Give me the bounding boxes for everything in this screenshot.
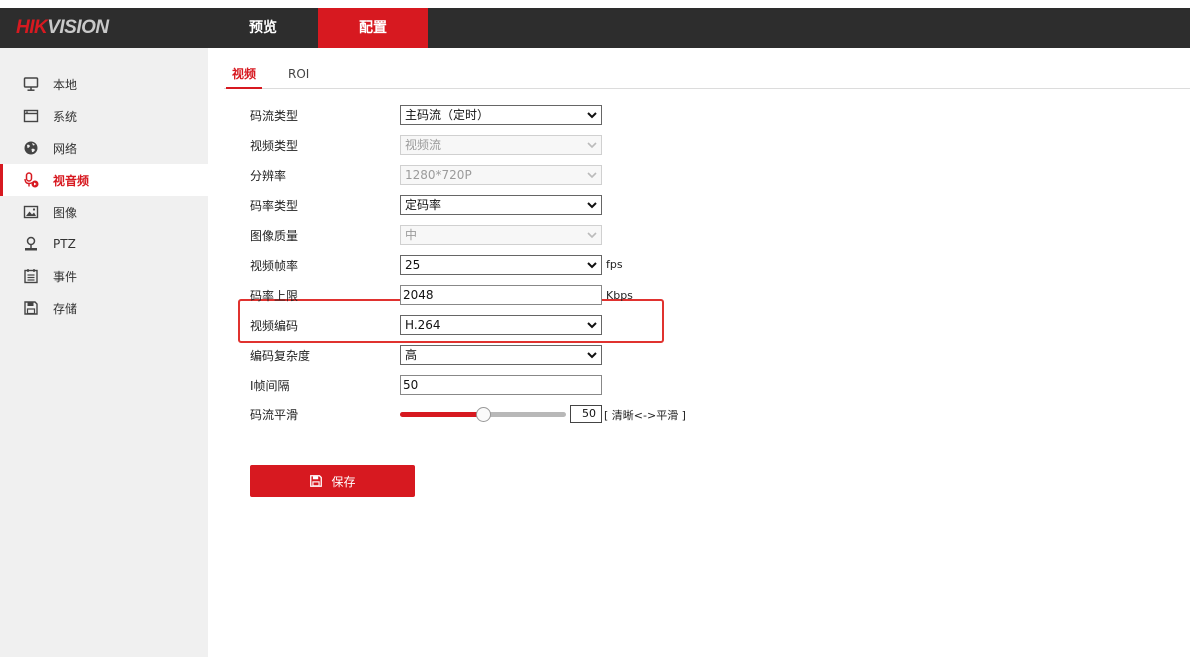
top-strip (0, 0, 1190, 8)
chevron-down-icon (587, 172, 597, 179)
ptz-camera-icon (23, 236, 39, 252)
sidebar-item-ptz[interactable]: PTZ (0, 228, 208, 260)
chevron-down-icon (587, 202, 597, 209)
sidebar-item-system[interactable]: 系统 (0, 100, 208, 132)
sidebar-item-label: 存储 (53, 301, 78, 316)
sidebar-item-label: 本地 (53, 77, 78, 92)
row-image-quality: 图像质量 中 (250, 225, 850, 245)
sidebar-item-video-audio[interactable]: 视音频 (0, 164, 208, 196)
frame-rate-unit: fps (606, 258, 623, 271)
nav-config[interactable]: 配置 (318, 8, 428, 48)
stream-type-value: 主码流（定时） (405, 108, 490, 122)
hikvision-logo: HIKVISION (16, 17, 109, 38)
sidebar-item-label: PTZ (53, 237, 76, 251)
video-type-select: 视频流 (400, 135, 602, 155)
sidebar-item-storage[interactable]: 存储 (0, 292, 208, 324)
slider-handle[interactable] (476, 407, 491, 422)
stream-smoothing-slider[interactable] (400, 407, 566, 422)
save-button[interactable]: 保存 (250, 465, 415, 497)
globe-icon (23, 140, 39, 156)
tab-roi[interactable]: ROI (288, 60, 309, 89)
chevron-down-icon (587, 232, 597, 239)
video-encoding-label: 视频编码 (250, 319, 299, 333)
stream-type-label: 码流类型 (250, 109, 299, 123)
row-stream-smoothing: 码流平滑 50 [ 清晰<->平滑 ] (250, 404, 850, 424)
bitrate-limit-label: 码率上限 (250, 289, 299, 303)
sidebar-item-label: 图像 (53, 205, 78, 220)
floppy-icon (23, 300, 39, 316)
i-frame-interval-label: I帧间隔 (250, 379, 290, 393)
frame-rate-value: 25 (405, 258, 421, 272)
nav-preview[interactable]: 预览 (208, 8, 318, 48)
mic-icon (23, 172, 39, 188)
sidebar-item-image[interactable]: 图像 (0, 196, 208, 228)
encoding-complexity-label: 编码复杂度 (250, 349, 311, 363)
window-icon (23, 108, 39, 124)
row-frame-rate: 视频帧率 25 fps (250, 255, 850, 275)
row-stream-type: 码流类型 主码流（定时） (250, 105, 850, 125)
row-encoding-complexity: 编码复杂度 高 (250, 345, 850, 365)
row-bitrate-type: 码率类型 定码率 (250, 195, 850, 215)
video-type-label: 视频类型 (250, 139, 299, 153)
row-i-frame-interval: I帧间隔 50 (250, 375, 850, 395)
resolution-select: 1280*720P (400, 165, 602, 185)
top-nav: 预览 配置 (208, 8, 428, 48)
chevron-down-icon (587, 352, 597, 359)
sidebar-item-event[interactable]: 事件 (0, 260, 208, 292)
frame-rate-label: 视频帧率 (250, 259, 299, 273)
sidebar-item-local[interactable]: 本地 (0, 68, 208, 100)
stream-type-select[interactable]: 主码流（定时） (400, 105, 602, 125)
stream-smoothing-note: [ 清晰<->平滑 ] (604, 409, 686, 422)
frame-rate-select[interactable]: 25 (400, 255, 602, 275)
sidebar-item-label: 网络 (53, 141, 78, 156)
bitrate-type-label: 码率类型 (250, 199, 299, 213)
sidebar-item-network[interactable]: 网络 (0, 132, 208, 164)
tab-video[interactable]: 视频 (226, 60, 262, 89)
row-resolution: 分辨率 1280*720P (250, 165, 850, 185)
monitor-icon (23, 76, 39, 92)
bitrate-limit-input[interactable]: 2048 (400, 285, 602, 305)
calendar-icon (23, 268, 39, 284)
bitrate-type-select[interactable]: 定码率 (400, 195, 602, 215)
stream-smoothing-value[interactable]: 50 (570, 405, 602, 423)
resolution-label: 分辨率 (250, 169, 287, 183)
sidebar: 本地 系统 网络 视音频 图像 PTZ 事件 存储 (0, 48, 208, 657)
chevron-down-icon (587, 262, 597, 269)
chevron-down-icon (587, 142, 597, 149)
video-encoding-select[interactable]: H.264 (400, 315, 602, 335)
chevron-down-icon (587, 112, 597, 119)
row-video-encoding: 视频编码 H.264 (250, 315, 850, 335)
bitrate-type-value: 定码率 (405, 198, 442, 212)
sidebar-item-label: 视音频 (53, 173, 90, 188)
i-frame-interval-input[interactable]: 50 (400, 375, 602, 395)
stream-smoothing-label: 码流平滑 (250, 408, 299, 422)
encoding-complexity-select[interactable]: 高 (400, 345, 602, 365)
row-bitrate-limit: 码率上限 2048 Kbps (250, 285, 850, 305)
video-type-value: 视频流 (405, 138, 442, 152)
image-quality-label: 图像质量 (250, 229, 299, 243)
image-icon (23, 204, 39, 220)
encoding-complexity-value: 高 (405, 348, 418, 362)
header-bar: HIKVISION 预览 配置 (0, 8, 1190, 48)
sidebar-item-label: 系统 (53, 109, 78, 124)
floppy-icon (310, 475, 323, 487)
resolution-value: 1280*720P (405, 168, 472, 182)
image-quality-select: 中 (400, 225, 602, 245)
bitrate-limit-unit: Kbps (606, 289, 633, 302)
sidebar-item-label: 事件 (53, 269, 78, 284)
tab-bar: 视频 ROI (224, 60, 1190, 89)
save-button-label: 保存 (331, 474, 356, 489)
video-encoding-value: H.264 (405, 318, 441, 332)
slider-fill (400, 412, 483, 417)
image-quality-value: 中 (405, 228, 418, 242)
row-video-type: 视频类型 视频流 (250, 135, 850, 155)
chevron-down-icon (587, 322, 597, 329)
